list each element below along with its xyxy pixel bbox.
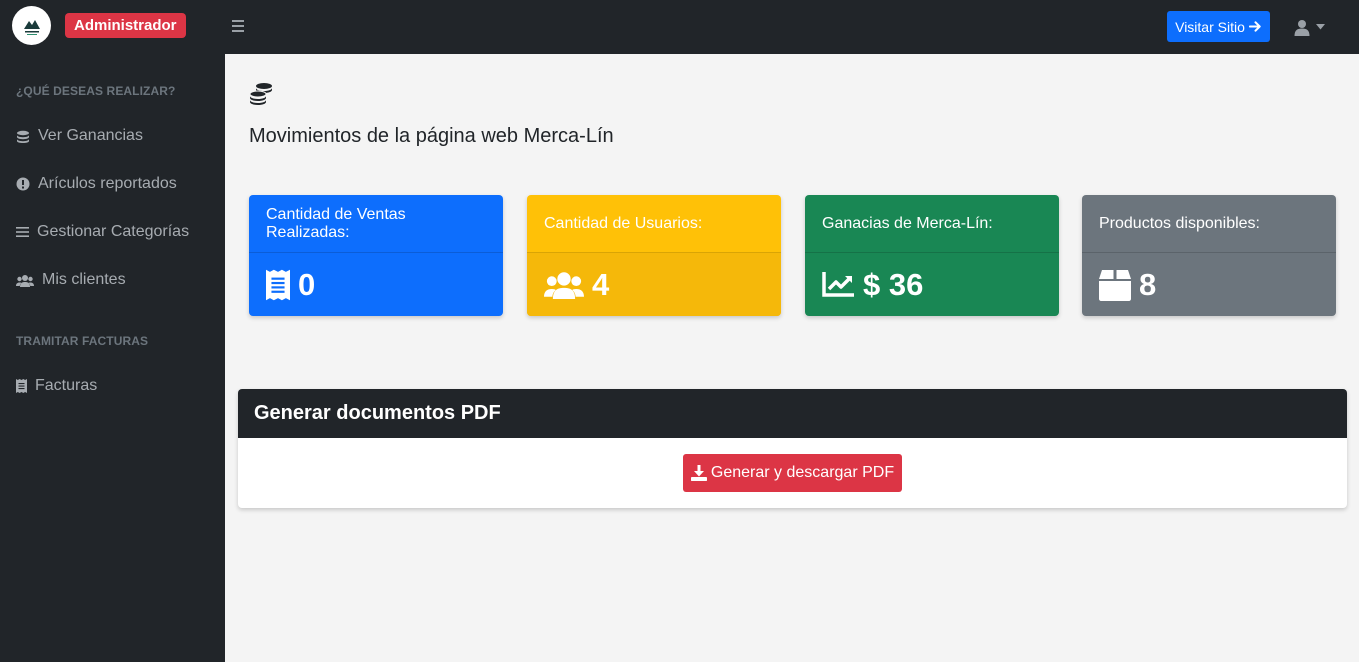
card-title: Cantidad de Ventas Realizadas: <box>249 195 503 253</box>
user-icon <box>1294 19 1310 36</box>
receipt-icon <box>16 379 27 393</box>
sidebar-heading-actions: ¿QUÉ DESEAS REALIZAR? <box>16 84 176 98</box>
sidebar-item-label: Mis clientes <box>42 271 126 288</box>
card-title: Productos disponibles: <box>1082 195 1336 253</box>
sidebar-item-label: Arículos reportados <box>38 175 177 192</box>
card-value: 4 <box>592 266 610 302</box>
user-menu-dropdown[interactable] <box>1294 16 1330 38</box>
generate-pdf-label: Generar y descargar PDF <box>710 464 895 481</box>
merca-lin-logo[interactable] <box>12 6 51 45</box>
download-icon <box>690 465 707 481</box>
bars-icon <box>16 227 29 237</box>
sidebar-item-label: Gestionar Categorías <box>37 223 190 240</box>
card-title: Ganacias de Merca-Lín: <box>805 195 1059 253</box>
menu-toggle-icon[interactable] <box>232 17 248 35</box>
sidebar-heading-invoices: TRAMITAR FACTURAS <box>16 334 149 348</box>
card-title: Cantidad de Usuarios: <box>527 195 781 253</box>
pdf-panel-title: Generar documentos PDF <box>238 389 1347 438</box>
page-title: Movimientos de la página web Merca-Lín <box>249 125 614 147</box>
card-value: 0 <box>298 266 316 302</box>
arrow-right-icon <box>1248 21 1261 32</box>
generate-pdf-button[interactable]: Generar y descargar PDF <box>683 454 902 492</box>
visit-site-button[interactable]: Visitar Sitio <box>1167 11 1270 42</box>
caret-down-icon <box>1316 24 1325 30</box>
box-icon <box>1099 269 1131 301</box>
users-icon <box>16 274 34 287</box>
visit-site-label: Visitar Sitio <box>1175 18 1245 35</box>
users-count-card: Cantidad de Usuarios: 4 <box>527 195 781 316</box>
exclamation-circle-icon <box>16 177 30 191</box>
sidebar-item-label: Facturas <box>35 377 98 394</box>
sales-count-card: Cantidad de Ventas Realizadas: 0 <box>249 195 503 316</box>
sidebar-item-facturas[interactable]: Facturas <box>16 374 97 398</box>
top-navbar: Administrador Visitar Sitio <box>0 0 1359 54</box>
sidebar: ¿QUÉ DESEAS REALIZAR? Ver Ganancias Aríc… <box>0 54 225 662</box>
card-value: $ 36 <box>863 266 924 302</box>
sidebar-item-articulos-reportados[interactable]: Arículos reportados <box>16 172 177 196</box>
chart-line-icon <box>822 272 854 297</box>
products-available-card: Productos disponibles: 8 <box>1082 195 1336 316</box>
earnings-card: Ganacias de Merca-Lín: $ 36 <box>805 195 1059 316</box>
card-value: 8 <box>1139 266 1157 302</box>
sidebar-item-mis-clientes[interactable]: Mis clientes <box>16 268 126 292</box>
pdf-panel: Generar documentos PDF Generar y descarg… <box>238 389 1347 508</box>
sidebar-item-gestionar-categorias[interactable]: Gestionar Categorías <box>16 220 189 244</box>
sidebar-item-label: Ver Ganancias <box>38 127 143 144</box>
receipt-icon <box>266 269 290 300</box>
sidebar-item-ver-ganancias[interactable]: Ver Ganancias <box>16 124 143 148</box>
admin-badge: Administrador <box>65 13 186 38</box>
users-icon <box>544 272 584 299</box>
coins-icon <box>17 130 29 143</box>
coins-icon <box>249 83 272 105</box>
